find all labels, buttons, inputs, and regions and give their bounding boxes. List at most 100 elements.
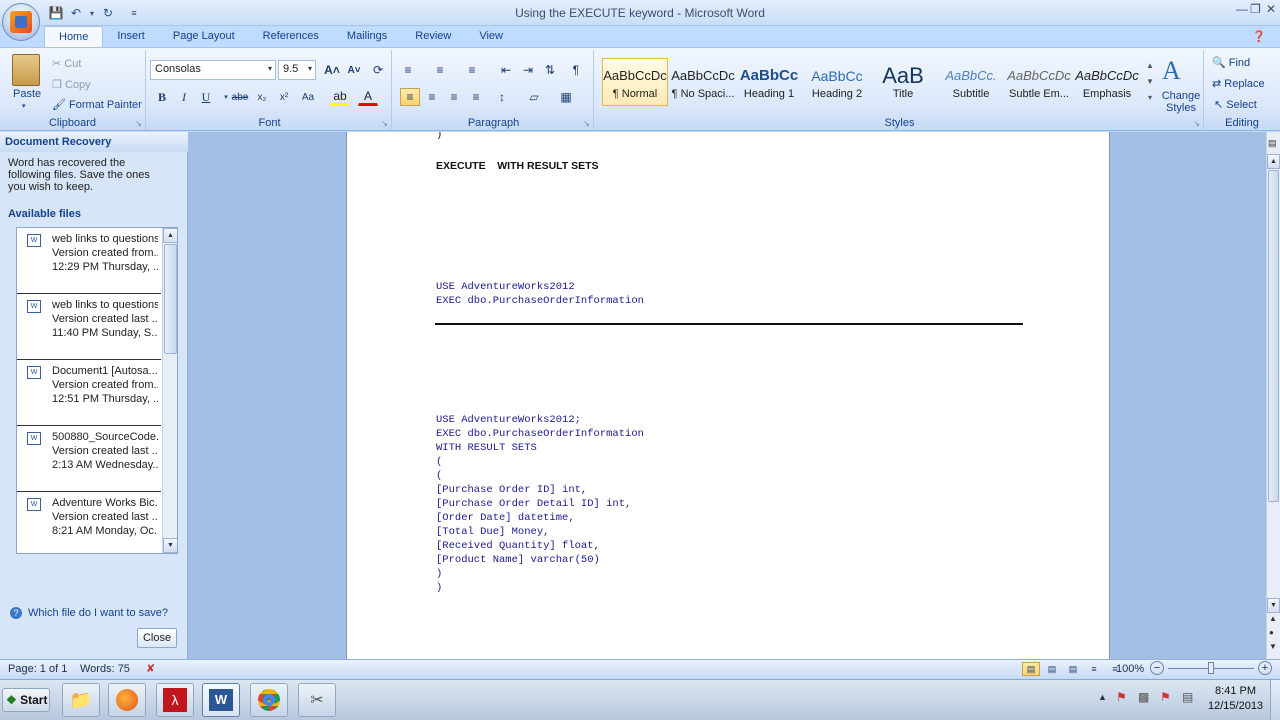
scroll-thumb[interactable] — [164, 244, 177, 354]
recovered-file-item[interactable]: W Document1 [Autosa... Version created f… — [17, 360, 161, 426]
paragraph-launcher-icon[interactable]: ↘ — [583, 119, 590, 128]
print-layout-icon[interactable]: ▤ — [1022, 662, 1040, 676]
paste-button[interactable]: Paste — [13, 88, 41, 100]
page-count[interactable]: Page: 1 of 1 — [8, 663, 67, 675]
taskbar-firefox[interactable] — [108, 683, 146, 717]
taskbar-snipping-tool[interactable]: ✂ — [298, 683, 336, 717]
document-scrollbar[interactable]: ▤ ▲ ▼ ▲ ● ▼ — [1266, 132, 1280, 659]
decrease-indent-icon[interactable]: ⇤ — [496, 61, 516, 79]
scroll-up-icon[interactable]: ▲ — [163, 228, 177, 243]
replace-button[interactable]: ⇄ Replace — [1212, 77, 1265, 90]
document-page[interactable]: ) EXECUTE WITH RESULT SETS USE Adventure… — [346, 132, 1110, 659]
sort-icon[interactable]: ⇅ — [540, 61, 560, 79]
shading-icon[interactable]: ▱ — [524, 88, 544, 106]
clear-formatting-icon[interactable]: ⟳ — [368, 61, 388, 79]
zoom-level[interactable]: 100% — [1116, 663, 1144, 675]
recovered-file-item[interactable]: W web links to questions ... Version cre… — [17, 294, 161, 360]
zoom-slider-thumb[interactable] — [1208, 662, 1214, 674]
taskbar-acrobat[interactable]: λ — [156, 683, 194, 717]
italic-icon[interactable]: I — [174, 88, 194, 106]
clipboard-launcher-icon[interactable]: ↘ — [135, 119, 142, 128]
change-case-icon[interactable]: Aa — [298, 88, 318, 106]
strikethrough-icon[interactable]: abe — [230, 88, 250, 106]
format-painter-button[interactable]: 🖌 Format Painter — [52, 98, 142, 111]
network-icon[interactable]: ▤ — [1182, 690, 1193, 704]
taskbar-chrome[interactable] — [250, 683, 288, 717]
show-hidden-icons-icon[interactable]: ▲ — [1098, 692, 1107, 702]
word-count[interactable]: Words: 75 — [80, 663, 130, 675]
superscript-icon[interactable]: x² — [274, 88, 294, 106]
font-color-icon[interactable]: A — [358, 88, 378, 106]
taskbar-explorer[interactable]: 📁 — [62, 683, 100, 717]
next-page-icon[interactable]: ▼ — [1269, 642, 1277, 651]
restore-icon[interactable]: ❐ — [1250, 2, 1261, 16]
style-subtitle[interactable]: AaBbCc. Subtitle — [938, 58, 1004, 106]
style-heading-2[interactable]: AaBbCc Heading 2 — [804, 58, 870, 106]
cut-button[interactable]: ✂ Cut — [52, 57, 81, 70]
close-recovery-button[interactable]: Close — [137, 628, 177, 648]
borders-icon[interactable]: ▦ — [556, 88, 576, 106]
style-normal[interactable]: AaBbCcDc ¶ Normal — [602, 58, 668, 106]
font-size-combo[interactable]: 9.5 ▾ — [278, 60, 316, 80]
zoom-out-icon[interactable]: − — [1150, 661, 1164, 675]
show-formatting-icon[interactable]: ¶ — [566, 61, 586, 79]
subscript-icon[interactable]: x₂ — [252, 88, 272, 106]
scroll-down-icon[interactable]: ▼ — [163, 538, 177, 553]
tab-insert[interactable]: Insert — [103, 26, 159, 48]
tab-home[interactable]: Home — [44, 26, 104, 48]
tray-app-icon[interactable]: ⚑ — [1116, 690, 1127, 704]
recovered-file-item[interactable]: W 500880_SourceCode... Version created l… — [17, 426, 161, 492]
align-center-icon[interactable]: ≡ — [422, 88, 442, 106]
start-button[interactable]: ❖ Start — [2, 688, 50, 712]
shrink-font-icon[interactable]: A˅ — [344, 61, 364, 79]
action-center-icon[interactable]: ⚑ — [1160, 690, 1171, 704]
increase-indent-icon[interactable]: ⇥ — [518, 61, 538, 79]
tab-review[interactable]: Review — [401, 26, 465, 48]
find-button[interactable]: 🔍 Find — [1212, 56, 1250, 69]
close-window-icon[interactable]: ✕ — [1266, 2, 1276, 16]
change-styles-icon[interactable]: A — [1162, 56, 1181, 86]
clock[interactable]: 8:41 PM 12/15/2013 — [1208, 684, 1263, 714]
font-launcher-icon[interactable]: ↘ — [381, 119, 388, 128]
help-icon[interactable]: ❓ — [1252, 30, 1266, 43]
web-layout-icon[interactable]: ▤ — [1064, 662, 1082, 676]
ruler-toggle-icon[interactable]: ▤ — [1268, 138, 1277, 149]
select-button[interactable]: ↖ Select — [1214, 98, 1257, 111]
style-no-spacing[interactable]: AaBbCcDc ¶ No Spaci... — [670, 58, 736, 106]
tab-references[interactable]: References — [249, 26, 333, 48]
grow-font-icon[interactable]: A˄ — [322, 61, 342, 79]
zoom-in-icon[interactable]: + — [1258, 661, 1272, 675]
which-file-help-link[interactable]: Which file do I want to save? — [28, 607, 168, 619]
justify-icon[interactable]: ≡ — [466, 88, 486, 106]
full-screen-reading-icon[interactable]: ▤ — [1043, 662, 1061, 676]
gallery-more-icon[interactable]: ▾ — [1144, 90, 1156, 106]
highlight-icon[interactable]: ab — [330, 88, 350, 106]
scroll-down-icon[interactable]: ▼ — [1267, 598, 1280, 613]
gallery-up-icon[interactable]: ▲ — [1144, 58, 1156, 74]
copy-button[interactable]: ❐ Copy — [52, 78, 91, 91]
align-right-icon[interactable]: ≡ — [444, 88, 464, 106]
outline-icon[interactable]: ≡ — [1085, 662, 1103, 676]
font-size-dropdown-icon[interactable]: ▾ — [308, 64, 312, 73]
font-family-dropdown-icon[interactable]: ▾ — [268, 64, 272, 73]
font-family-combo[interactable]: Consolas ▾ — [150, 60, 276, 80]
minimize-icon[interactable]: — — [1236, 2, 1248, 16]
tray-device-icon[interactable]: ▩ — [1138, 690, 1149, 704]
tab-view[interactable]: View — [465, 26, 517, 48]
browse-object-icon[interactable]: ● — [1269, 628, 1274, 637]
paste-dropdown-icon[interactable]: ▾ — [22, 102, 26, 110]
numbering-icon[interactable]: ≡ — [430, 61, 450, 79]
show-desktop-button[interactable] — [1270, 680, 1280, 720]
style-emphasis[interactable]: AaBbCcDc Emphasis — [1074, 58, 1140, 106]
scroll-thumb[interactable] — [1268, 170, 1279, 502]
tab-mailings[interactable]: Mailings — [333, 26, 401, 48]
style-title[interactable]: AaB Title — [870, 58, 936, 106]
taskbar-word[interactable]: W — [202, 683, 240, 717]
office-button[interactable] — [2, 3, 40, 41]
change-styles-button[interactable]: Change Styles — [1160, 90, 1202, 114]
underline-icon[interactable]: U — [196, 88, 216, 106]
multilevel-list-icon[interactable]: ≡ — [462, 61, 482, 79]
styles-gallery-scroll[interactable]: ▲ ▼ ▾ — [1144, 58, 1156, 110]
bullets-icon[interactable]: ≡ — [398, 61, 418, 79]
recovered-file-item[interactable]: W Adventure Works Bic... Version created… — [17, 492, 161, 553]
